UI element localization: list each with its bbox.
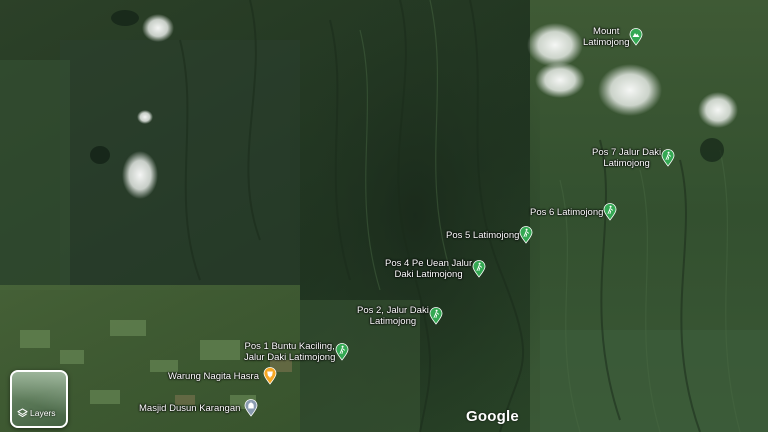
place-masjid-dusun-karangan[interactable]: Masjid Dusun Karangan [139,399,258,417]
place-label: Warung Nagita Hasra [168,370,259,382]
place-pos-2[interactable]: Pos 2, Jalur Daki Latimojong [357,305,443,327]
satellite-imagery [0,0,768,432]
place-pos-5[interactable]: Pos 5 Latimojong [446,226,533,244]
place-label: Pos 7 Jalur Daki Latimojong [592,147,662,169]
place-label: Masjid Dusun Karangan [139,402,241,414]
map-canvas[interactable]: Mount Latimojong Pos 7 Jalur Daki Latimo… [0,0,768,432]
place-label: Pos 4 Pe Uean Jalur Daki Latimojong [385,258,473,280]
mosque-icon [245,399,258,417]
layers-label: Layers [30,408,56,418]
mountain-icon [630,28,643,46]
hiking-icon [520,226,533,244]
place-pos-4[interactable]: Pos 4 Pe Uean Jalur Daki Latimojong [385,258,486,280]
place-pos-7[interactable]: Pos 7 Jalur Daki Latimojong [592,147,675,169]
layers-button[interactable]: Layers [10,370,68,428]
google-logo: Google [466,408,519,425]
place-pos-6[interactable]: Pos 6 Latimojong [530,203,617,221]
hiking-icon [472,260,486,278]
place-label: Pos 1 Buntu Kaciling, Jalur Daki Latimoj… [244,341,336,363]
place-label: Pos 5 Latimojong [446,229,520,241]
restaurant-icon [263,367,277,385]
layers-icon [17,408,28,418]
place-pos-1[interactable]: Pos 1 Buntu Kaciling, Jalur Daki Latimoj… [244,341,349,363]
place-mount-latimojong[interactable]: Mount Latimojong [583,26,643,48]
place-label: Pos 2, Jalur Daki Latimojong [357,305,429,327]
place-warung-nagita-hasra[interactable]: Warung Nagita Hasra [168,367,277,385]
hiking-icon [661,149,675,167]
hiking-icon [335,343,349,361]
hiking-icon [604,203,617,221]
place-label: Pos 6 Latimojong [530,206,604,218]
hiking-icon [429,307,443,325]
place-label: Mount Latimojong [583,26,630,48]
